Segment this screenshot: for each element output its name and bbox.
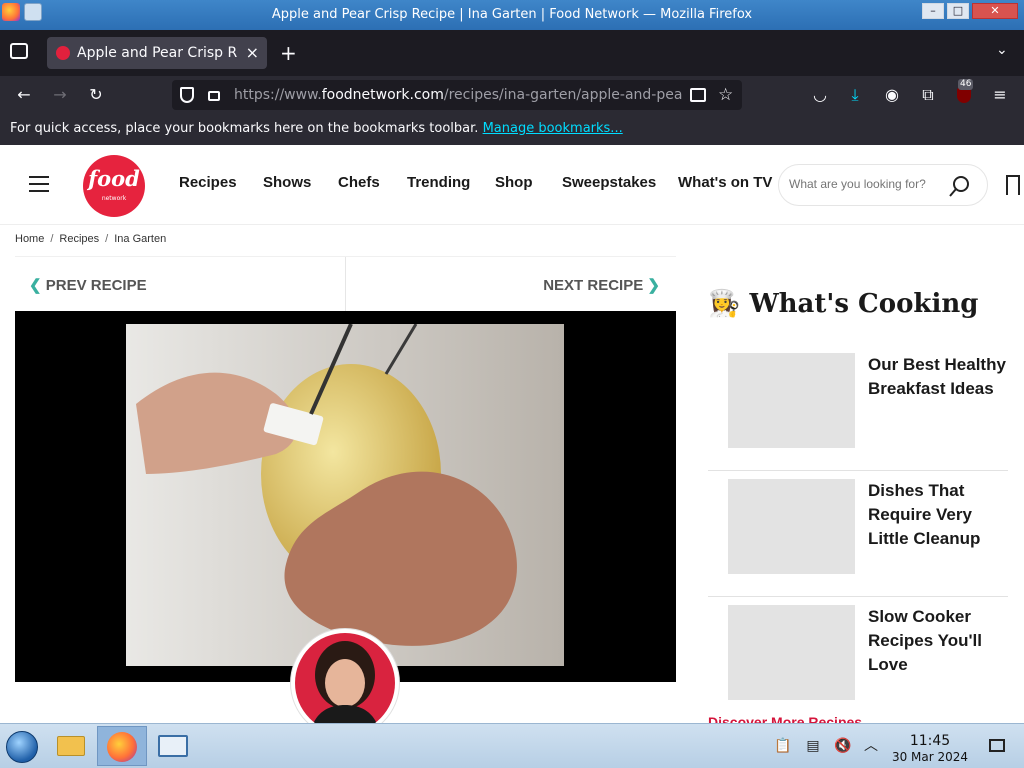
tab-active[interactable]: Apple and Pear Crisp Recipe | Ina Garten… xyxy=(47,37,267,69)
new-tab-icon[interactable]: + xyxy=(280,41,297,65)
breadcrumb-home[interactable]: Home xyxy=(15,233,44,245)
volume-muted-icon[interactable]: 🔇 xyxy=(834,737,852,755)
reload-icon[interactable]: ↻ xyxy=(86,85,106,105)
list-all-tabs-icon[interactable] xyxy=(10,43,28,59)
minimize-button[interactable]: – xyxy=(922,3,944,19)
nav-chefs[interactable]: Chefs xyxy=(338,174,380,191)
close-tab-icon[interactable]: × xyxy=(246,43,259,62)
tab-strip: Apple and Pear Crisp Recipe | Ina Garten… xyxy=(0,30,1024,76)
search-input[interactable] xyxy=(789,177,939,191)
os-taskbar: 📋 ▤ 🔇 ︿ 11:45 30 Mar 2024 xyxy=(0,723,1024,768)
taskbar-clock[interactable]: 11:45 30 Mar 2024 xyxy=(886,733,974,764)
firefox-taskbar-icon[interactable] xyxy=(97,726,147,766)
food-network-logo[interactable]: food network xyxy=(83,155,145,217)
site-search xyxy=(778,164,988,206)
bookmarks-message: For quick access, place your bookmarks h… xyxy=(10,121,479,136)
tracking-protection-shield-icon[interactable] xyxy=(180,87,194,103)
sidebar-card[interactable]: Dishes That Require Very Little Cleanup xyxy=(708,471,1008,597)
downloads-icon[interactable]: ⤓ xyxy=(845,85,865,105)
logo-word: food xyxy=(88,166,140,191)
whats-cooking-heading: 👩‍🍳 What's Cooking xyxy=(708,289,979,319)
bookmarks-toolbar: For quick access, place your bookmarks h… xyxy=(0,114,1024,145)
search-icon[interactable] xyxy=(949,175,971,197)
pocket-icon[interactable]: ◡ xyxy=(810,85,830,105)
breadcrumb: Home / Recipes / Ina Garten xyxy=(15,233,167,245)
sidebar-card[interactable]: Slow Cooker Recipes You'll Love xyxy=(708,597,1008,723)
file-manager-icon[interactable] xyxy=(48,726,94,766)
site-header: food network Recipes Shows Chefs Trendin… xyxy=(0,145,1024,225)
manage-bookmarks-link[interactable]: Manage bookmarks... xyxy=(483,121,623,136)
card-title[interactable]: Our Best Healthy Breakfast Ideas xyxy=(868,353,1008,401)
navigation-toolbar: ← → ↻ https://www.foodnetwork.com/recipe… xyxy=(0,76,1024,114)
url-text[interactable]: https://www.foodnetwork.com/recipes/ina-… xyxy=(234,87,682,103)
tab-overflow-chevron-icon[interactable]: ⌄ xyxy=(996,42,1008,58)
ublock-extension-icon[interactable]: 46 xyxy=(954,79,974,105)
bookmark-star-icon[interactable]: ☆ xyxy=(718,85,733,105)
nav-shop[interactable]: Shop xyxy=(495,174,533,191)
clipboard-icon[interactable]: 📋 xyxy=(774,737,792,755)
chevron-right-icon: ❯ xyxy=(647,277,660,294)
nav-sweepstakes[interactable]: Sweepstakes xyxy=(562,174,656,191)
chef-portrait-icon xyxy=(295,633,395,723)
tab-title: Apple and Pear Crisp Recipe | Ina Garten… xyxy=(77,45,237,61)
nav-recipes[interactable]: Recipes xyxy=(179,174,237,191)
window-title: Apple and Pear Crisp Recipe | Ina Garten… xyxy=(271,7,753,22)
start-button[interactable] xyxy=(0,726,46,766)
show-desktop-icon[interactable] xyxy=(988,737,1006,755)
recipe-navigation: ❮ PREV RECIPE NEXT RECIPE ❯ xyxy=(15,256,676,312)
sidebar-card[interactable]: Our Best Healthy Breakfast Ideas xyxy=(708,345,1008,471)
food-network-favicon xyxy=(56,46,70,60)
divider xyxy=(345,257,346,312)
breadcrumb-recipes[interactable]: Recipes xyxy=(59,233,99,245)
logo-subword: network xyxy=(101,195,127,202)
extension-badge: 46 xyxy=(958,79,974,90)
saved-recipes-bookmark-icon[interactable] xyxy=(1006,175,1020,195)
chevron-left-icon: ❮ xyxy=(29,277,42,294)
nav-shows[interactable]: Shows xyxy=(263,174,311,191)
recipe-video-player[interactable] xyxy=(15,311,676,682)
close-window-button[interactable]: ✕ xyxy=(972,3,1018,19)
account-icon[interactable]: ◉ xyxy=(882,85,902,105)
web-page: food network Recipes Shows Chefs Trendin… xyxy=(0,145,1024,723)
window-title-bar: Apple and Pear Crisp Recipe | Ina Garten… xyxy=(0,0,1024,30)
card-title[interactable]: Slow Cooker Recipes You'll Love xyxy=(868,605,1008,677)
system-settings-icon[interactable] xyxy=(150,726,196,766)
card-title[interactable]: Dishes That Require Very Little Cleanup xyxy=(868,479,1008,551)
card-thumbnail[interactable] xyxy=(728,605,855,700)
card-thumbnail[interactable] xyxy=(728,479,855,574)
breadcrumb-ina-garten[interactable]: Ina Garten xyxy=(114,233,166,245)
extensions-icon[interactable]: ⧉ xyxy=(918,85,938,105)
prev-recipe-link[interactable]: ❮ PREV RECIPE xyxy=(29,276,147,294)
maximize-button[interactable]: □ xyxy=(947,3,969,19)
clock-time: 11:45 xyxy=(909,733,951,749)
nav-trending[interactable]: Trending xyxy=(407,174,470,191)
chef-emoji-icon: 👩‍🍳 xyxy=(708,289,741,319)
clock-date: 30 Mar 2024 xyxy=(891,750,969,764)
app-menu-icon[interactable]: ≡ xyxy=(990,85,1010,105)
url-bar[interactable]: https://www.foodnetwork.com/recipes/ina-… xyxy=(172,80,742,110)
reader-view-icon[interactable] xyxy=(690,88,706,102)
discover-more-link[interactable]: Discover More Recipes xyxy=(708,714,862,723)
lock-icon[interactable] xyxy=(208,91,220,101)
tray-expand-chevron-icon[interactable]: ︿ xyxy=(862,737,880,755)
card-thumbnail[interactable] xyxy=(728,353,855,448)
nav-whats-on-tv[interactable]: What's on TV xyxy=(678,174,772,191)
back-arrow-icon[interactable]: ← xyxy=(14,85,34,105)
forward-arrow-icon[interactable]: → xyxy=(50,85,70,105)
hamburger-menu-icon[interactable] xyxy=(29,176,49,192)
notes-icon[interactable]: ▤ xyxy=(804,737,822,755)
next-recipe-link[interactable]: NEXT RECIPE ❯ xyxy=(543,276,660,294)
video-frame-pear-peeling xyxy=(126,324,564,666)
